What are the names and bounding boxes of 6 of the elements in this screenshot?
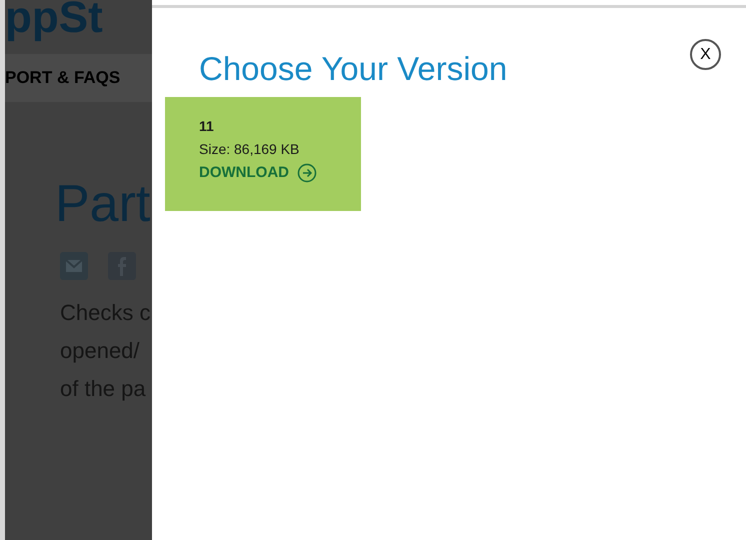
version-number: 11 xyxy=(199,117,214,135)
modal-title: Choose Your Version xyxy=(199,52,508,85)
arrow-circle-icon xyxy=(297,163,317,184)
file-size: Size: 86,169 KB xyxy=(199,140,300,158)
email-icon xyxy=(60,252,88,280)
close-button[interactable]: X xyxy=(690,39,721,70)
